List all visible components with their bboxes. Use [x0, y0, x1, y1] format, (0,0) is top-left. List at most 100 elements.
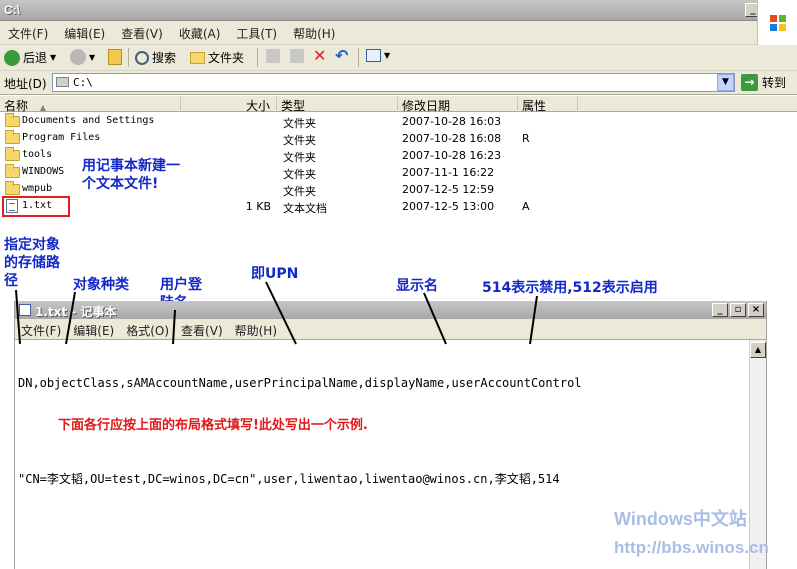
text-line: "CN=李文韬,OU=test,DC=winos,DC=cn",user,liw… [18, 472, 560, 486]
notepad-menu-edit[interactable]: 编辑(E) [67, 322, 120, 339]
windows-flag-icon [770, 15, 786, 31]
minimize-button[interactable]: _ [712, 303, 728, 317]
explorer-menubar: 文件(F) 编辑(E) 查看(V) 收藏(A) 工具(T) 帮助(H) [0, 21, 797, 45]
file-row[interactable]: 1.txt 1 KB 文本文档 2007-12-5 13:00 A [0, 198, 797, 215]
folders-label: 文件夹 [208, 51, 245, 65]
column-name[interactable]: 名称 ▲ [0, 97, 181, 113]
file-size: 1 KB [245, 200, 271, 213]
folder-icon [5, 113, 20, 127]
close-button[interactable]: × [748, 303, 764, 317]
file-modified: 2007-12-5 13:00 [402, 200, 495, 213]
column-modified-label: 修改日期 [402, 99, 451, 113]
sort-asc-icon: ▲ [39, 103, 46, 112]
folder-icon [5, 130, 20, 144]
file-name: wmpub [22, 183, 53, 194]
notepad-menu-view[interactable]: 查看(V) [175, 322, 229, 339]
notepad-icon [19, 304, 31, 316]
chevron-down-icon: ▼ [89, 52, 96, 62]
views-icon [366, 49, 381, 62]
drive-icon [56, 77, 69, 87]
back-arrow-icon [4, 49, 20, 66]
copy-to-button[interactable] [290, 49, 304, 63]
file-modified: 2007-10-28 16:23 [402, 149, 502, 162]
notepad-menu-file[interactable]: 文件(F) [15, 322, 67, 339]
address-value: C:\ [73, 76, 93, 89]
up-button[interactable] [108, 49, 122, 65]
annotation-uac: 514表示禁用,512表示启用 [482, 279, 658, 297]
file-name: Documents and Settings [22, 115, 155, 126]
notepad-menu-help[interactable]: 帮助(H) [229, 322, 283, 339]
menu-help[interactable]: 帮助(H) [285, 25, 343, 42]
undo-button[interactable]: ↶ [335, 48, 348, 64]
column-attrs-label: 属性 [522, 99, 547, 113]
file-modified: 2007-11-1 16:22 [402, 166, 495, 179]
explorer-title: C:\ [4, 3, 20, 17]
column-size-label: 大小 [245, 99, 270, 113]
file-modified: 2007-10-28 16:03 [402, 115, 502, 128]
notepad-menu-format[interactable]: 格式(O) [120, 322, 175, 339]
address-dropdown-button[interactable]: ▼ [717, 74, 734, 91]
annotation-text: 指定对象 [4, 237, 60, 253]
maximize-button[interactable]: ▫ [730, 303, 746, 317]
search-icon [135, 50, 149, 65]
notepad-menubar: 文件(F) 编辑(E) 格式(O) 查看(V) 帮助(H) [15, 319, 766, 340]
folder-icon [5, 181, 20, 195]
menu-edit[interactable]: 编辑(E) [56, 25, 113, 42]
file-modified: 2007-10-28 16:08 [402, 132, 502, 145]
delete-x-icon: ✕ [313, 46, 327, 65]
folder-icon [190, 51, 205, 64]
delete-button[interactable]: ✕ [313, 46, 327, 65]
highlight-box [2, 196, 70, 217]
file-name: Program Files [22, 132, 101, 143]
explorer-toolbar: 后退 ▼ ▼ 搜索 文件夹 ✕ ↶ ▼ [0, 45, 797, 71]
column-attrs[interactable]: 属性 [518, 97, 578, 113]
file-name: tools [22, 149, 53, 160]
chevron-down-icon: ▼ [384, 51, 391, 60]
file-type: 文件夹 [283, 151, 316, 164]
file-type: 文本文档 [283, 202, 327, 215]
chevron-down-icon: ▼ [50, 53, 57, 62]
address-bar: 地址(D) C:\ ▼ → 转到 [0, 71, 797, 95]
column-size[interactable]: 大小 [181, 97, 277, 113]
vertical-scrollbar[interactable]: ▲ [749, 340, 766, 569]
menu-file[interactable]: 文件(F) [0, 25, 56, 42]
menu-view[interactable]: 查看(V) [113, 25, 171, 42]
forward-button[interactable]: ▼ [70, 49, 95, 65]
file-name: WINDOWS [22, 166, 65, 177]
go-label: 转到 [762, 76, 787, 90]
column-type[interactable]: 类型 [277, 97, 398, 113]
annotation-displayname: 显示名 [396, 277, 438, 295]
folders-button[interactable]: 文件夹 [190, 49, 244, 66]
search-button[interactable]: 搜索 [135, 49, 176, 66]
annotation-objectclass: 对象种类 [73, 276, 129, 294]
menu-favorites[interactable]: 收藏(A) [171, 25, 229, 42]
explorer-titlebar: C:\ _ ▫ × [0, 0, 797, 21]
go-button[interactable]: → 转到 [741, 74, 786, 91]
notepad-titlebar: 1.txt - 记事本 _ ▫ × [15, 301, 766, 319]
column-modified[interactable]: 修改日期 [398, 97, 518, 113]
address-input[interactable]: C:\ [52, 73, 735, 92]
address-label: 地址(D) [4, 77, 47, 91]
file-attrs: R [522, 132, 530, 145]
text-line: DN,objectClass,sAMAccountName,userPrinci… [18, 376, 582, 390]
go-arrow-icon: → [741, 74, 758, 91]
column-type-label: 类型 [281, 99, 306, 113]
column-name-label: 名称 [4, 99, 29, 113]
file-row[interactable]: Program Files 文件夹 2007-10-28 16:08 R [0, 130, 797, 147]
annotation-bottom-note: 下面各行应按上面的布局格式填写!此处写出一个示例. [58, 418, 368, 433]
back-button[interactable]: 后退 ▼ [4, 49, 56, 66]
scroll-up-button[interactable]: ▲ [750, 342, 766, 358]
annotation-new-file: 用记事本新建一 个文本文件! [82, 157, 202, 193]
notepad-title: 1.txt - 记事本 [35, 305, 117, 319]
move-to-button[interactable] [266, 49, 280, 63]
menu-tools[interactable]: 工具(T) [228, 25, 285, 42]
filelist-header: 名称 ▲ 大小 类型 修改日期 属性 [0, 96, 797, 113]
forward-arrow-icon [70, 49, 86, 65]
file-attrs: A [522, 200, 530, 213]
file-row[interactable]: Documents and Settings 文件夹 2007-10-28 16… [0, 113, 797, 130]
windows-logo [757, 0, 797, 45]
annotation-text: 用户登 [160, 277, 202, 293]
views-button[interactable]: ▼ [366, 49, 390, 62]
folder-up-icon [108, 49, 122, 65]
file-type: 文件夹 [283, 168, 316, 181]
